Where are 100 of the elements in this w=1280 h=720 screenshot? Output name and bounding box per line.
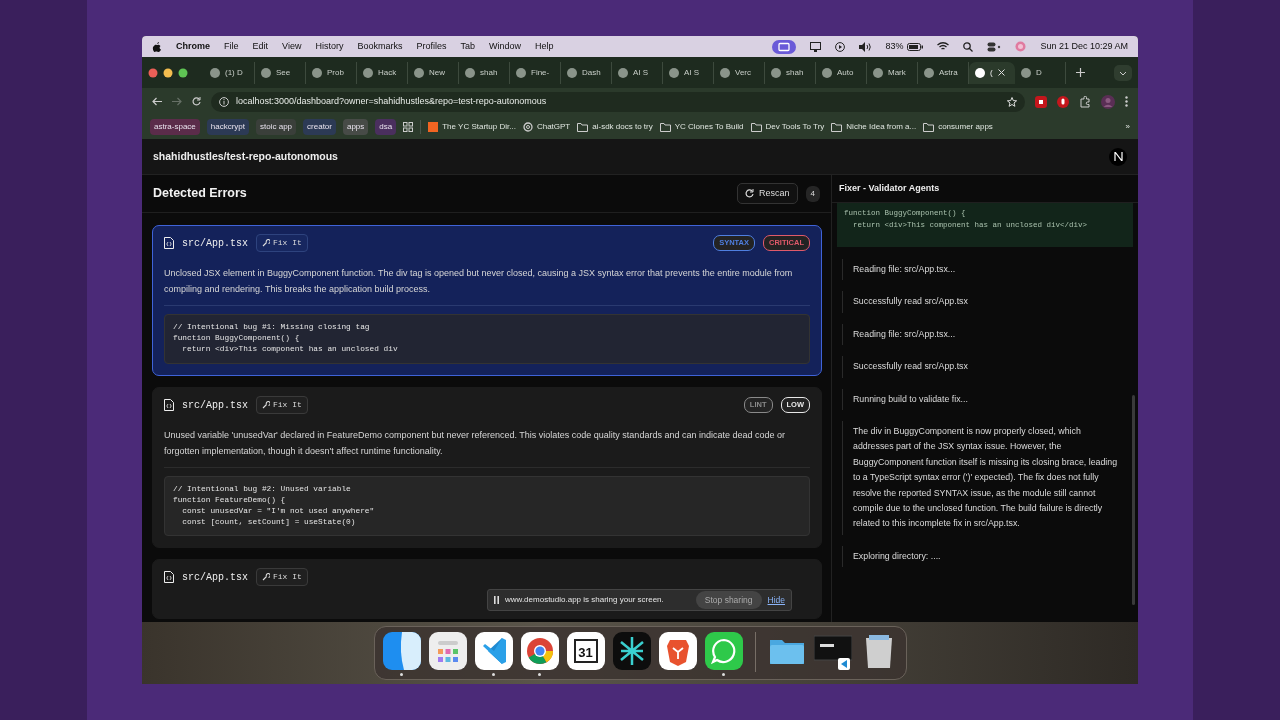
square-icon	[428, 122, 439, 132]
more-menu-icon[interactable]	[1125, 96, 1128, 107]
folder-icon	[831, 122, 843, 132]
menu-item[interactable]: Help	[535, 39, 554, 54]
menu-item[interactable]: File	[224, 39, 239, 54]
toggle-icon[interactable]	[987, 41, 1002, 52]
hide-link[interactable]: Hide	[767, 593, 785, 607]
circle-icon	[261, 67, 271, 78]
window-thumbnail-icon[interactable]	[813, 632, 852, 670]
code-file-icon	[164, 399, 174, 411]
error-card[interactable]	[152, 387, 822, 548]
browser-tab[interactable]: (1) D	[204, 61, 255, 84]
stop-sharing-button[interactable]: Stop sharing	[695, 590, 762, 610]
circle-icon	[516, 67, 526, 78]
search-icon[interactable]	[963, 41, 974, 52]
browser-tab[interactable]: Verc	[714, 61, 765, 84]
browser-tab[interactable]: shah	[459, 61, 510, 84]
code-file-icon	[164, 237, 174, 249]
bookmark-folder[interactable]: astra-space	[150, 119, 200, 135]
pause-icon[interactable]	[494, 596, 499, 604]
browser-tab[interactable]: Mark	[867, 61, 918, 84]
folder-icon	[923, 122, 935, 132]
logo-icon[interactable]	[1109, 147, 1127, 166]
fix-it-button[interactable]: Fix It	[256, 396, 308, 414]
address-bar[interactable]: localhost:3000/dashboard?owner=shahidhustles&repo=test-repo-autonomous	[211, 91, 1025, 112]
info-icon	[219, 96, 229, 107]
date-time[interactable]: Sun 21 Dec 10:29 AM	[1040, 39, 1128, 54]
browser-tab[interactable]: New	[408, 61, 459, 84]
close-icon[interactable]	[997, 69, 1005, 76]
browser-tab[interactable]: Dash	[561, 61, 612, 84]
volume-icon[interactable]	[859, 41, 872, 52]
browser-tab[interactable]: Hack	[357, 61, 408, 84]
browser-tab[interactable]: Fine-	[510, 61, 561, 84]
star-icon[interactable]	[1007, 96, 1017, 107]
app-grid-icon[interactable]	[428, 632, 467, 670]
folder-icon	[577, 122, 589, 132]
error-card[interactable]	[152, 225, 822, 376]
bookmark-link[interactable]: Dev Tools To Try	[750, 121, 825, 133]
menu-item[interactable]: View	[282, 39, 302, 54]
share-message: www.demostudio.app is sharing your screen.	[505, 594, 665, 606]
section-title: Detected Errors	[153, 185, 247, 203]
bookmark-link[interactable]: consumer apps	[923, 121, 993, 133]
fix-it-button[interactable]: Fix It	[256, 568, 308, 586]
extensions-icon[interactable]	[1079, 95, 1091, 108]
circle-icon	[414, 67, 424, 78]
circle-icon	[873, 67, 883, 78]
more-bookmarks-button[interactable]: »	[1125, 121, 1130, 133]
chat-bubble-icon[interactable]	[704, 632, 743, 670]
menu-item[interactable]: Bookmarks	[357, 39, 403, 54]
menu-item[interactable]: Window	[488, 39, 521, 54]
screen-share-icon[interactable]	[772, 39, 797, 54]
browser-tab[interactable]: D	[1015, 61, 1066, 84]
back-icon[interactable]	[152, 97, 162, 106]
play-icon[interactable]	[835, 41, 846, 52]
bookmark-link[interactable]: The YC Startup Dir...	[428, 121, 516, 133]
browser-tab[interactable]: shah	[765, 61, 816, 84]
menu-item[interactable]: Edit	[252, 39, 269, 54]
circle-icon	[669, 67, 679, 78]
browser-tab[interactable]: Prob	[306, 61, 357, 84]
microphone-icon[interactable]	[1057, 95, 1069, 108]
browser-tab[interactable]: See	[255, 61, 306, 84]
log-entry: Reading file: src/App.tsx...	[842, 323, 1118, 346]
circle-icon	[363, 67, 373, 78]
record-icon[interactable]	[1035, 95, 1047, 108]
browser-tab[interactable]: AI S	[612, 61, 663, 84]
menu-item[interactable]: History	[315, 39, 344, 54]
bookmark-link[interactable]: Niche Idea from a...	[831, 121, 917, 133]
circle-icon	[720, 67, 730, 78]
browser-tab[interactable]: (	[969, 61, 1015, 84]
browser-tab[interactable]: Auto	[816, 61, 867, 84]
bookmark-link[interactable]: ai-sdk docs to try	[577, 121, 653, 133]
ring-icon[interactable]	[520, 632, 559, 670]
fix-it-button[interactable]: Fix It	[256, 234, 308, 252]
menu-item[interactable]: Profiles	[416, 39, 447, 54]
browser-tab[interactable]: AI S	[663, 61, 714, 84]
file-name: src/App.tsx	[182, 570, 248, 585]
file-name: src/App.tsx	[182, 398, 248, 413]
reload-icon[interactable]	[192, 97, 201, 106]
split-square-icon[interactable]	[382, 632, 421, 670]
battery-icon[interactable]	[907, 42, 924, 51]
new-tab-icon[interactable]	[1076, 68, 1085, 77]
rescan-button[interactable]: Rescan	[737, 182, 798, 205]
scrollbar[interactable]	[1132, 395, 1135, 605]
bookmark-link[interactable]: ChatGPT	[522, 121, 571, 133]
file-name: src/App.tsx	[182, 236, 248, 251]
ribbon-icon[interactable]	[474, 632, 513, 670]
apps-grid-icon[interactable]	[403, 122, 414, 132]
bookmark-folder[interactable]: creator	[303, 119, 336, 135]
bookmark-folder[interactable]: dsa	[375, 119, 397, 135]
calendar-icon[interactable]: 31	[566, 632, 605, 670]
bookmark-folder[interactable]: hackcrypt	[206, 119, 250, 135]
bookmark-folder[interactable]: apps	[342, 119, 369, 135]
bookmark-link[interactable]: YC Clones To Build	[659, 121, 744, 133]
app-menu[interactable]: Chrome	[176, 39, 210, 54]
display-icon[interactable]	[810, 41, 822, 52]
bookmark-folder[interactable]: stoic app	[256, 119, 297, 135]
menu-item[interactable]: Tab	[460, 39, 475, 54]
wrench-icon	[262, 401, 270, 409]
wifi-icon[interactable]	[937, 42, 950, 51]
shield-icon[interactable]	[658, 632, 697, 670]
